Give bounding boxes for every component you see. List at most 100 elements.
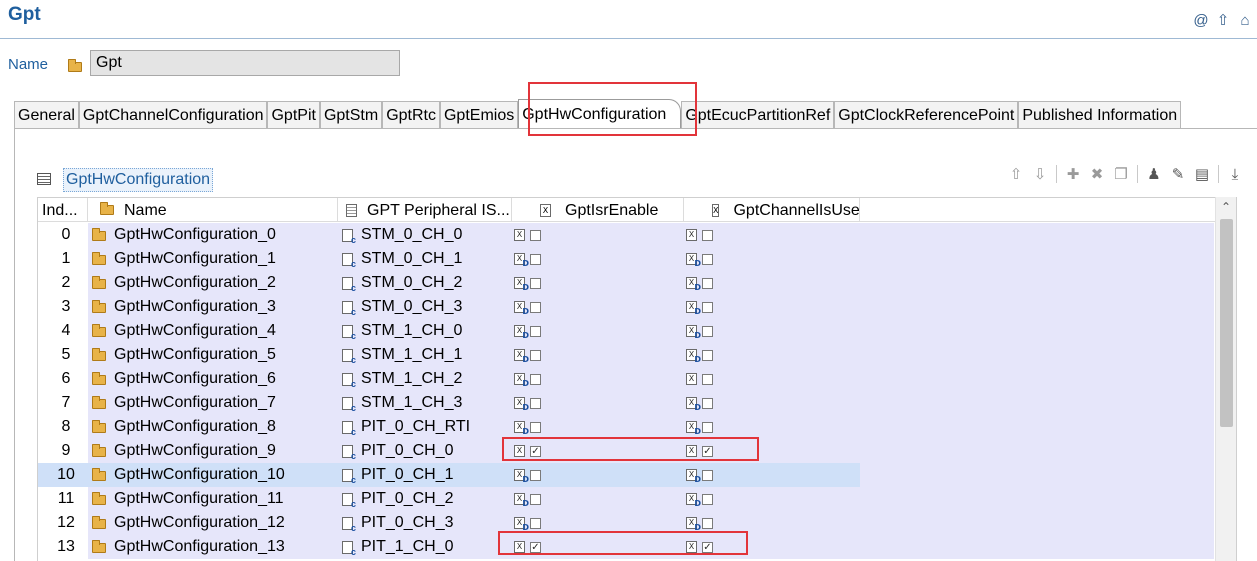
tab-gpt-pit[interactable]: GptPit <box>267 101 320 129</box>
checkbox[interactable] <box>702 493 713 505</box>
at-icon[interactable]: @ <box>1193 12 1209 29</box>
checkbox[interactable] <box>702 373 713 385</box>
row-name[interactable]: GptHwConfiguration_10 <box>88 463 338 487</box>
column-header-isr-enable[interactable]: X GptIsrEnable <box>512 198 684 222</box>
tab-general[interactable]: General <box>14 101 79 129</box>
name-input[interactable] <box>90 50 400 76</box>
row-peripheral[interactable]: PIT_0_CH_1 <box>338 463 512 487</box>
table-row[interactable]: 11 GptHwConfiguration_11 PIT_0_CH_2 X X <box>38 487 1216 511</box>
table-row[interactable]: 2 GptHwConfiguration_2 STM_0_CH_2 X X <box>38 271 1216 295</box>
row-name[interactable]: GptHwConfiguration_7 <box>88 391 338 415</box>
checkbox[interactable] <box>530 325 541 337</box>
tab-gpt-channel-configuration[interactable]: GptChannelConfiguration <box>78 101 268 129</box>
table-row[interactable]: 7 GptHwConfiguration_7 STM_1_CH_3 X X <box>38 391 1216 415</box>
checkbox[interactable] <box>702 421 713 433</box>
checkbox[interactable] <box>702 325 713 337</box>
checkbox[interactable]: ✓ <box>530 541 541 553</box>
checkbox[interactable] <box>702 253 713 265</box>
row-name[interactable]: GptHwConfiguration_6 <box>88 367 338 391</box>
row-peripheral[interactable]: PIT_0_CH_2 <box>338 487 512 511</box>
tab-gpt-rtc[interactable]: GptRtc <box>382 101 440 129</box>
table-row[interactable]: 0 GptHwConfiguration_0 STM_0_CH_0 X X <box>38 223 1216 247</box>
checkbox[interactable] <box>702 229 713 241</box>
row-name[interactable]: GptHwConfiguration_5 <box>88 343 338 367</box>
checkbox[interactable] <box>530 253 541 265</box>
table-row[interactable]: 6 GptHwConfiguration_6 STM_1_CH_2 X X <box>38 367 1216 391</box>
checkbox[interactable]: ✓ <box>702 445 713 457</box>
wizard-icon[interactable]: ♟ <box>1145 165 1163 183</box>
checkbox[interactable] <box>530 493 541 505</box>
row-name[interactable]: GptHwConfiguration_0 <box>88 223 338 247</box>
checkbox[interactable] <box>530 349 541 361</box>
row-peripheral[interactable]: PIT_1_CH_0 <box>338 535 512 559</box>
table-row[interactable]: 3 GptHwConfiguration_3 STM_0_CH_3 X X <box>38 295 1216 319</box>
row-name[interactable]: GptHwConfiguration_11 <box>88 487 338 511</box>
row-peripheral[interactable]: STM_0_CH_2 <box>338 271 512 295</box>
checkbox[interactable]: ✓ <box>702 541 713 553</box>
row-peripheral[interactable]: STM_1_CH_3 <box>338 391 512 415</box>
move-up-icon[interactable]: ⇧ <box>1007 165 1025 183</box>
checkbox[interactable]: ✓ <box>530 445 541 457</box>
checkbox[interactable] <box>530 301 541 313</box>
scroll-up-icon[interactable]: ⌃ <box>1216 197 1236 217</box>
checkbox[interactable] <box>702 517 713 529</box>
row-peripheral[interactable]: STM_1_CH_2 <box>338 367 512 391</box>
edit-all-icon[interactable]: ▤ <box>1193 165 1211 183</box>
table-row[interactable]: 4 GptHwConfiguration_4 STM_1_CH_0 X X <box>38 319 1216 343</box>
row-name[interactable]: GptHwConfiguration_8 <box>88 415 338 439</box>
row-peripheral[interactable]: STM_0_CH_0 <box>338 223 512 247</box>
row-name[interactable]: GptHwConfiguration_2 <box>88 271 338 295</box>
edit-icon[interactable]: ✎ <box>1169 165 1187 183</box>
row-name[interactable]: GptHwConfiguration_13 <box>88 535 338 559</box>
up-arrow-icon[interactable]: ⇧ <box>1215 12 1231 29</box>
copy-icon[interactable]: ❐ <box>1112 165 1130 183</box>
table-row[interactable]: 10 GptHwConfiguration_10 PIT_0_CH_1 X X <box>38 463 1216 487</box>
table-row[interactable]: 9GptHwConfiguration_9PIT_0_CH_0X✓X✓ <box>38 439 1216 463</box>
export-icon[interactable]: ⤓ <box>1226 166 1244 183</box>
row-peripheral[interactable]: PIT_0_CH_3 <box>338 511 512 535</box>
column-header-peripheral[interactable]: GPT Peripheral IS... <box>338 198 512 222</box>
checkbox[interactable] <box>530 277 541 289</box>
row-name[interactable]: GptHwConfiguration_9 <box>88 439 338 463</box>
home-icon[interactable]: ⌂ <box>1237 12 1253 29</box>
row-peripheral[interactable]: STM_0_CH_3 <box>338 295 512 319</box>
checkbox[interactable] <box>530 373 541 385</box>
column-header-channel-used[interactable]: X GptChannelIsUsed <box>684 198 860 222</box>
tab-gpt-clock-reference-point[interactable]: GptClockReferencePoint <box>834 101 1019 129</box>
tab-gpt-ecuc-partition-ref[interactable]: GptEcucPartitionRef <box>681 101 835 129</box>
checkbox[interactable] <box>702 277 713 289</box>
add-icon[interactable]: ✚ <box>1064 165 1082 183</box>
row-peripheral[interactable]: STM_1_CH_1 <box>338 343 512 367</box>
tab-gpt-emios[interactable]: GptEmios <box>439 101 519 129</box>
checkbox[interactable] <box>530 397 541 409</box>
row-peripheral[interactable]: PIT_0_CH_RTI <box>338 415 512 439</box>
column-header-index[interactable]: Ind... <box>38 198 88 222</box>
checkbox[interactable] <box>702 397 713 409</box>
checkbox[interactable] <box>530 229 541 241</box>
checkbox[interactable] <box>702 469 713 481</box>
row-peripheral[interactable]: PIT_0_CH_0 <box>338 439 512 463</box>
tab-gpt-hw-configuration[interactable]: GptHwConfiguration <box>518 99 682 129</box>
checkbox[interactable] <box>702 349 713 361</box>
checkbox[interactable] <box>530 469 541 481</box>
delete-icon[interactable]: ✖ <box>1088 165 1106 183</box>
section-title[interactable]: GptHwConfiguration <box>63 168 214 192</box>
table-row[interactable]: 12 GptHwConfiguration_12 PIT_0_CH_3 X X <box>38 511 1216 535</box>
row-name[interactable]: GptHwConfiguration_4 <box>88 319 338 343</box>
tab-gpt-stm[interactable]: GptStm <box>319 101 383 129</box>
row-peripheral[interactable]: STM_1_CH_0 <box>338 319 512 343</box>
table-row[interactable]: 1 GptHwConfiguration_1 STM_0_CH_1 X X <box>38 247 1216 271</box>
row-peripheral[interactable]: STM_0_CH_1 <box>338 247 512 271</box>
table-row[interactable]: 5 GptHwConfiguration_5 STM_1_CH_1 X X <box>38 343 1216 367</box>
checkbox[interactable] <box>530 421 541 433</box>
row-name[interactable]: GptHwConfiguration_1 <box>88 247 338 271</box>
vertical-scrollbar[interactable]: ⌃ <box>1215 197 1236 561</box>
checkbox[interactable] <box>530 517 541 529</box>
column-header-name[interactable]: Name <box>88 198 338 222</box>
table-row[interactable]: 13GptHwConfiguration_13PIT_1_CH_0X✓X✓ <box>38 535 1216 559</box>
scrollbar-thumb[interactable] <box>1220 219 1233 427</box>
row-name[interactable]: GptHwConfiguration_12 <box>88 511 338 535</box>
move-down-icon[interactable]: ⇩ <box>1031 165 1049 183</box>
row-name[interactable]: GptHwConfiguration_3 <box>88 295 338 319</box>
checkbox[interactable] <box>702 301 713 313</box>
